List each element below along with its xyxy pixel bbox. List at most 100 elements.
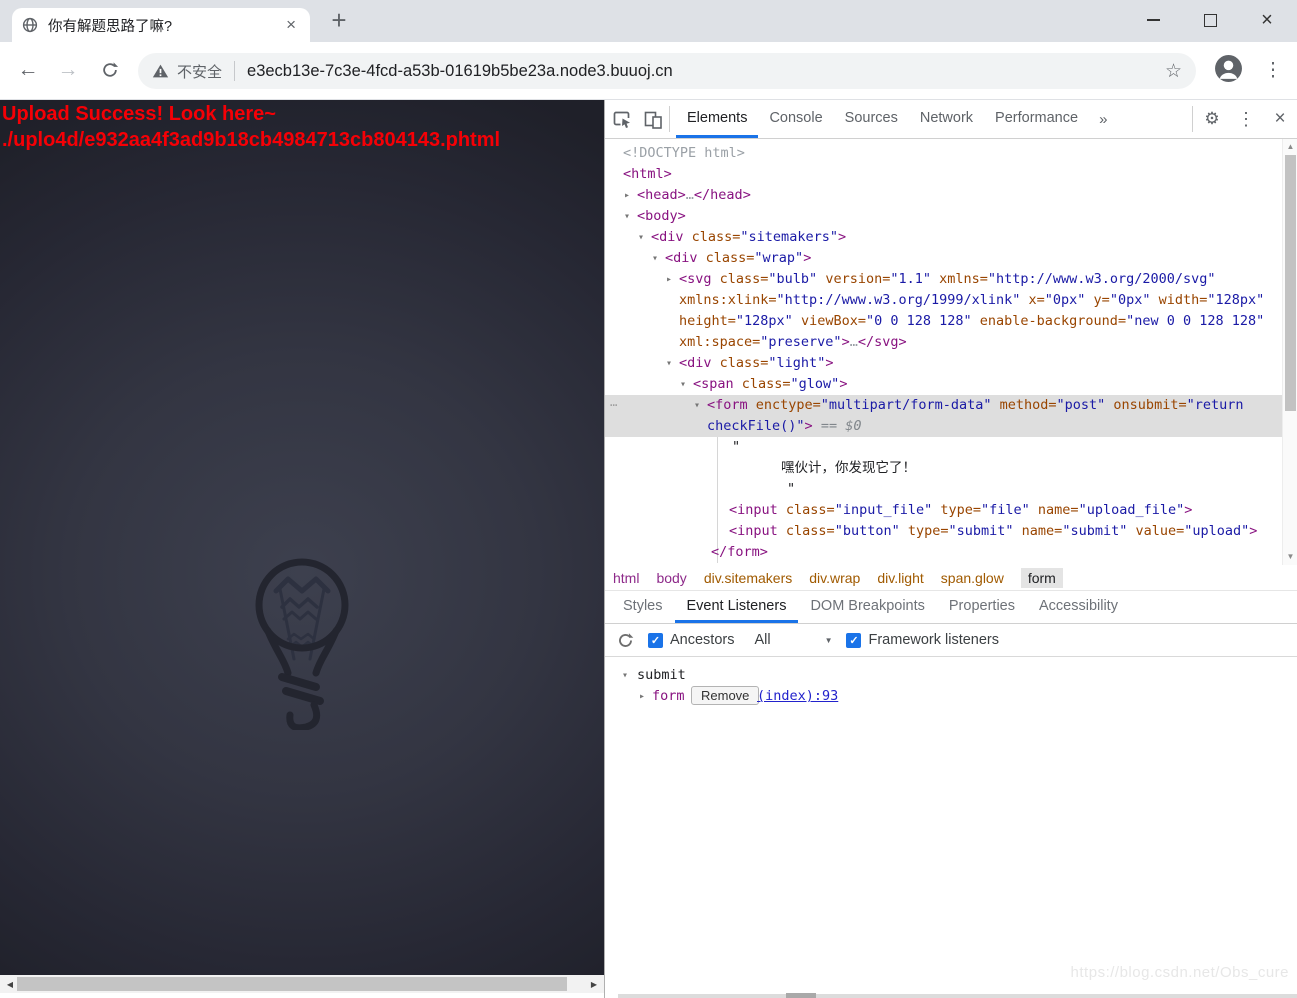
url-text[interactable]: e3ecb13e-7c3e-4fcd-a53b-01619b5be23a.nod… [247,62,1157,81]
code-segment: > [803,250,812,266]
tree-row[interactable]: ▾ <div class="wrap"> [605,248,1283,269]
refresh-icon[interactable] [617,632,634,649]
framework-listeners-checkbox[interactable]: ✓ [846,632,862,648]
tree-row[interactable]: ⋯ ▾ <form enctype="multipart/form-data" me… [605,395,1283,437]
code-segment: "upload" [1184,523,1250,539]
code-segment: "http://www.w3.org/2000/svg" [987,271,1216,287]
code-segment: == $0 [812,418,862,434]
tree-row[interactable]: <input class="button" type="submit" name… [605,521,1283,542]
devtools-tab-network[interactable]: Network [909,100,984,138]
tree-row[interactable]: ▾ <div class="light"> [605,353,1283,374]
triangle-open-icon[interactable]: ▾ [680,374,686,395]
tree-row[interactable]: 嘿伙计，你发现它了！ [605,458,1283,479]
tab-close-icon[interactable]: × [282,15,300,35]
breadcrumb-item-span-glow[interactable]: span.glow [941,570,1004,586]
scroll-up-icon[interactable]: ▲ [1283,140,1297,154]
devtools-close-icon[interactable]: × [1263,100,1297,138]
inspect-element-icon[interactable] [605,100,639,138]
tree-row[interactable]: " [605,479,1283,500]
not-secure-label[interactable]: 不安全 [177,61,222,82]
devtools-tab-performance[interactable]: Performance [984,100,1089,138]
scroll-right-icon[interactable]: ▶ [586,975,602,993]
tree-row[interactable]: ▾ <div class="sitemakers"> [605,227,1283,248]
devtools-tab-console[interactable]: Console [758,100,833,138]
vertical-scroll-thumb[interactable] [1285,155,1296,411]
profile-avatar[interactable] [1214,54,1243,88]
triangle-open-icon[interactable]: ▾ [624,206,630,227]
breadcrumb-item-div-sitemakers[interactable]: div.sitemakers [704,570,792,586]
devtools-tabs: Elements Console Sources Network Performance [676,100,1089,138]
device-toolbar-icon[interactable] [639,100,667,138]
back-icon[interactable]: ← [13,55,43,85]
browser-menu-icon[interactable]: ⋮ [1258,55,1288,85]
new-tab-button[interactable]: + [324,6,354,36]
forward-icon[interactable]: → [53,55,83,85]
breadcrumb-item-form[interactable]: form [1020,567,1063,588]
triangle-open-icon[interactable]: ▾ [638,227,644,248]
ancestors-checkbox[interactable]: ✓ [648,632,663,648]
devtools-tab-sources[interactable]: Sources [834,100,909,138]
tree-row[interactable]: </form> [605,542,1283,563]
triangle-closed-icon[interactable]: ▸ [624,185,630,206]
tree-row[interactable]: ▸ <svg class="bulb" version="1.1" xmlns="… [605,269,1283,353]
toolbar-divider [1192,106,1193,132]
devtools-menu-icon[interactable]: ⋮ [1229,100,1263,138]
address-bar[interactable]: 不安全 e3ecb13e-7c3e-4fcd-a53b-01619b5be23a… [138,53,1196,89]
sidebar-tab-dom-breakpoints[interactable]: DOM Breakpoints [798,591,936,623]
devtools-tab-elements[interactable]: Elements [676,100,759,138]
code-segment: "file" [981,502,1030,518]
listener-source-link[interactable]: (index):93 [757,686,838,707]
remove-listener-button[interactable]: Remove [691,686,760,705]
code-segment: > [825,355,834,371]
tree-row[interactable]: ▾ <body> [605,206,1283,227]
sidebar-tab-event-listeners[interactable]: Event Listeners [674,591,799,623]
horizontal-scroll-thumb[interactable] [17,977,567,991]
listener-target-row[interactable]: ▸ form Remove (index):93 [605,686,1297,707]
window-close-button[interactable]: × [1244,0,1290,40]
breadcrumb-item-div-light[interactable]: div.light [877,570,923,586]
event-filter-dropdown[interactable]: All ▼ [754,632,832,648]
code-segment: <div [665,250,698,266]
tree-row[interactable]: <html> [605,164,1283,185]
triangle-open-icon[interactable]: ▾ [622,665,628,686]
scroll-left-icon[interactable]: ◀ [2,975,18,993]
code-segment: version= [817,271,891,287]
elements-vertical-scrollbar[interactable]: ▲ ▼ [1282,139,1297,565]
breadcrumb-item-body[interactable]: body [656,570,686,586]
toolbar-divider [669,106,670,132]
more-tabs-icon[interactable]: » [1089,100,1117,138]
row-options-icon[interactable]: ⋯ [610,395,617,416]
tree-row[interactable]: <!DOCTYPE html> [605,143,1283,164]
triangle-closed-icon[interactable]: ▸ [639,686,645,707]
code-segment: viewBox= [792,313,866,329]
breadcrumb-item-div-wrap[interactable]: div.wrap [809,570,860,586]
scroll-down-icon[interactable]: ▼ [1283,550,1297,564]
window-maximize-button[interactable] [1187,0,1233,40]
triangle-open-icon[interactable]: ▾ [666,353,672,374]
tree-row[interactable]: ▸ <head>…</head> [605,185,1283,206]
browser-tab[interactable]: 你有解题思路了嘛? × [12,8,310,42]
settings-gear-icon[interactable]: ⚙ [1195,100,1229,138]
triangle-open-icon[interactable]: ▾ [694,395,700,416]
bookmark-star-icon[interactable]: ☆ [1165,60,1182,83]
tree-row[interactable]: ▾ <span class="glow"> [605,374,1283,395]
bottom-edge [618,994,1297,998]
sidebar-tab-styles[interactable]: Styles [611,591,675,623]
code-segment: y= [1085,292,1110,308]
code-segment: class= [711,355,769,371]
page-horizontal-scrollbar[interactable]: ◀ ▶ [0,975,604,993]
reload-icon[interactable] [95,55,125,85]
window-minimize-button[interactable] [1130,0,1176,40]
tree-row[interactable]: <input class="input_file" type="file" na… [605,500,1283,521]
tree-row[interactable]: " [605,437,1283,458]
triangle-closed-icon[interactable]: ▸ [666,269,672,290]
triangle-open-icon[interactable]: ▾ [652,248,658,269]
sidebar-tab-accessibility[interactable]: Accessibility [1027,591,1130,623]
sidebar-tab-properties[interactable]: Properties [937,591,1027,623]
breadcrumb-item-html[interactable]: html [613,570,639,586]
code-segment: <span [693,376,734,392]
listener-target-node[interactable]: form [652,686,685,707]
code-segment: class= [733,376,791,392]
code-segment: <!DOCTYPE html> [623,145,745,161]
listener-event-row[interactable]: ▾ submit [605,665,1297,686]
